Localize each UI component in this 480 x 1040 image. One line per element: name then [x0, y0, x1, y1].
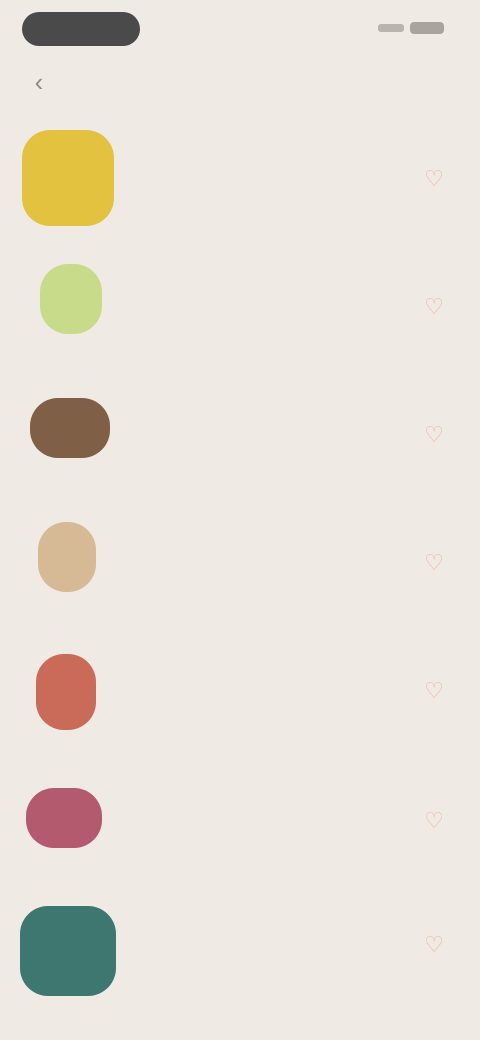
status-bar — [0, 0, 480, 60]
favorite-button[interactable]: ♡ — [424, 166, 444, 192]
favorite-button[interactable]: ♡ — [424, 422, 444, 448]
heart-icon: ♡ — [424, 166, 444, 191]
heart-icon: ♡ — [424, 550, 444, 575]
item-thumbnail — [30, 398, 110, 458]
signal-icon — [378, 24, 404, 32]
list-item[interactable]: ♡ — [0, 500, 480, 620]
heart-icon: ♡ — [424, 422, 444, 447]
item-thumbnail — [36, 654, 96, 730]
item-thumbnail — [26, 788, 102, 848]
favorite-button[interactable]: ♡ — [424, 294, 444, 320]
heart-icon: ♡ — [424, 932, 444, 957]
list-item[interactable]: ♡ — [0, 110, 480, 230]
status-time-pill — [22, 12, 140, 46]
status-icons — [378, 22, 444, 34]
favorite-button[interactable]: ♡ — [424, 932, 444, 958]
list-item[interactable]: ♡ — [0, 630, 480, 750]
item-thumbnail — [22, 130, 114, 226]
list-item[interactable]: ♡ — [0, 240, 480, 360]
list-item[interactable]: ♡ — [0, 760, 480, 880]
chevron-left-icon: ‹ — [34, 66, 44, 97]
item-thumbnail — [38, 522, 96, 592]
item-thumbnail — [20, 906, 116, 996]
favorite-button[interactable]: ♡ — [424, 550, 444, 576]
favorite-button[interactable]: ♡ — [424, 808, 444, 834]
heart-icon: ♡ — [424, 294, 444, 319]
item-thumbnail — [40, 264, 102, 334]
back-button[interactable]: ‹ — [28, 67, 50, 97]
list-item[interactable]: ♡ — [0, 370, 480, 490]
favorite-button[interactable]: ♡ — [424, 678, 444, 704]
heart-icon: ♡ — [424, 678, 444, 703]
list-item[interactable]: ♡ — [0, 890, 480, 1010]
header: ‹ — [28, 62, 448, 102]
battery-icon — [410, 22, 444, 34]
heart-icon: ♡ — [424, 808, 444, 833]
